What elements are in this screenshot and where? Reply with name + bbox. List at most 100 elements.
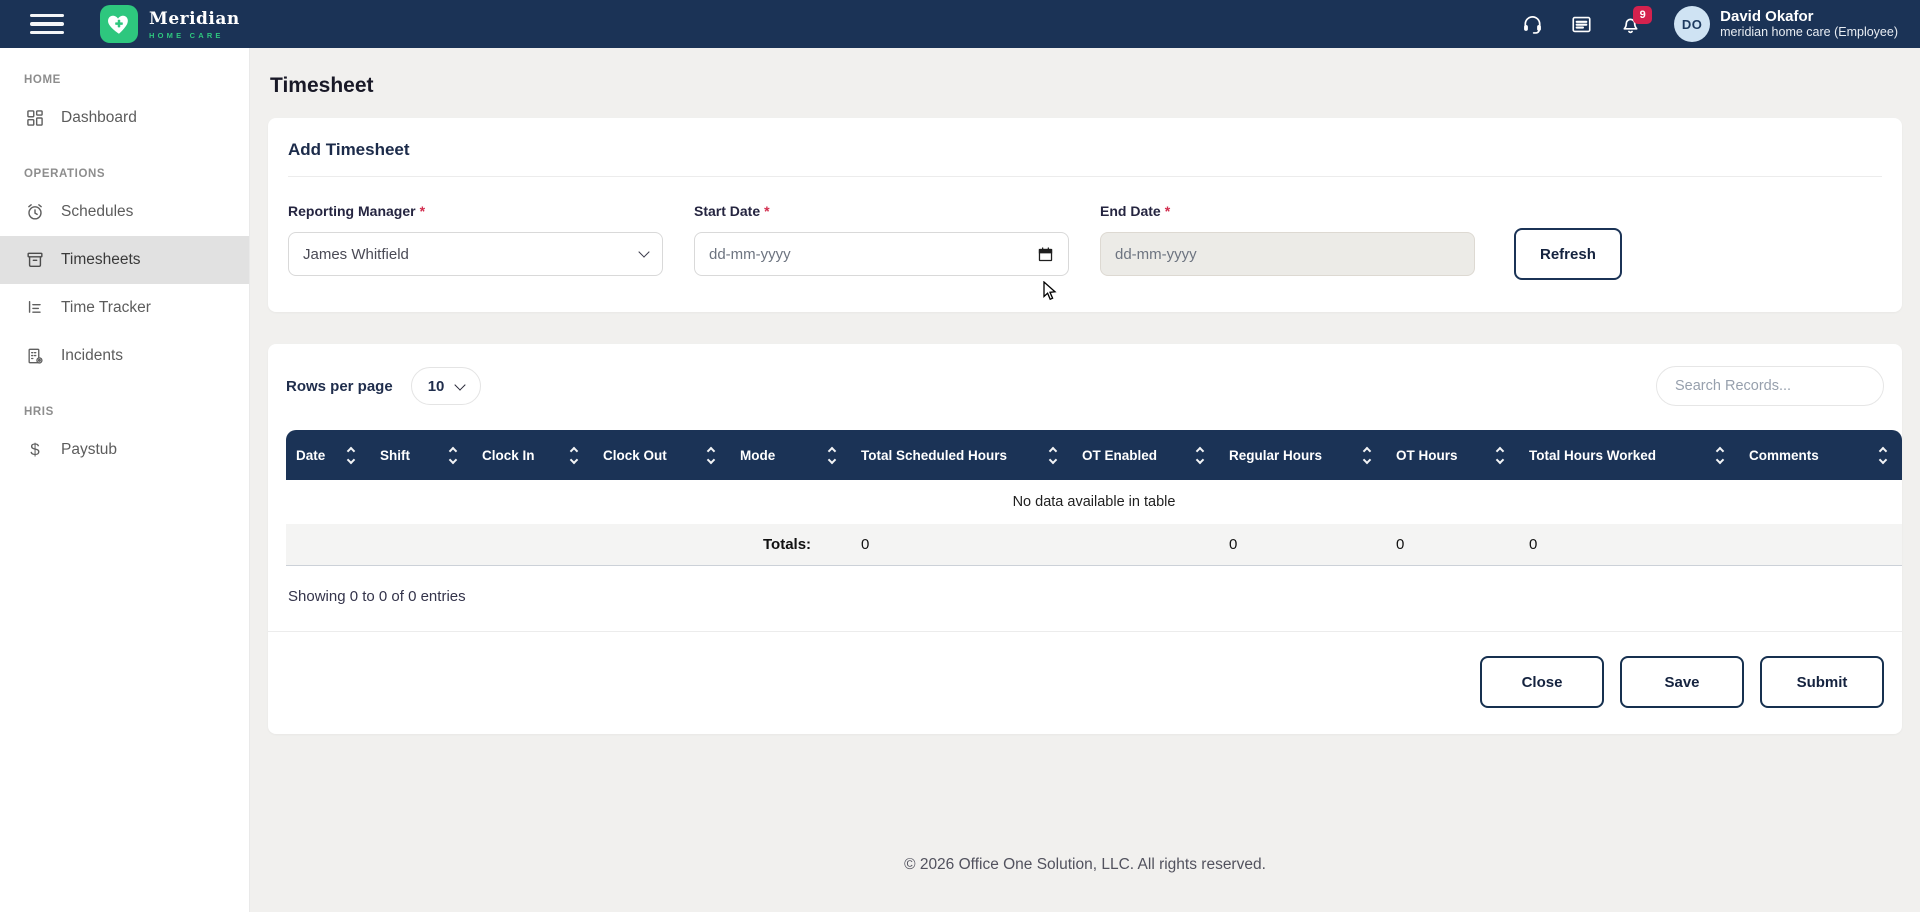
page-title: Timesheet (268, 48, 1902, 118)
start-date-control (694, 232, 1069, 276)
top-navbar: Meridian HOME CARE 9 (0, 0, 1920, 48)
label-text: Start Date (694, 203, 760, 219)
totals-row: Totals: 0 0 0 0 (286, 524, 1902, 566)
dollar-icon: $ (24, 440, 46, 460)
totals-ot-hours: 0 (1386, 524, 1519, 566)
sort-icon (348, 448, 358, 463)
chevron-down-icon (638, 246, 649, 257)
column-header-total-hours-worked[interactable]: Total Hours Worked (1519, 430, 1739, 480)
column-label: Total Scheduled Hours (861, 448, 1007, 463)
column-header-clock-in[interactable]: Clock In (472, 430, 593, 480)
start-date-input[interactable] (709, 246, 1037, 263)
rows-per-page-label: Rows per page (286, 378, 393, 395)
sidebar-item-label: Incidents (61, 347, 123, 365)
reporting-manager-label: Reporting Manager* (288, 203, 663, 219)
notifications-button[interactable]: 9 (1619, 13, 1642, 36)
brand-text: Meridian HOME CARE (149, 9, 240, 40)
column-label: Mode (740, 448, 775, 463)
start-date-label: Start Date* (694, 203, 1069, 219)
sidebar-item-paystub[interactable]: $ Paystub (0, 426, 249, 474)
chevron-down-icon (455, 379, 466, 390)
table-header-row: Date Shift Clock In Clock Out Mode Total… (286, 430, 1902, 480)
refresh-button[interactable]: Refresh (1514, 228, 1622, 280)
sidebar-item-timesheets[interactable]: Timesheets (0, 236, 249, 284)
sidebar-item-schedules[interactable]: Schedules (0, 188, 249, 236)
user-name: David Okafor (1720, 8, 1898, 25)
end-date-input[interactable] (1115, 246, 1460, 263)
brand-tagline: HOME CARE (149, 31, 240, 40)
end-date-control (1100, 232, 1475, 276)
menu-toggle-button[interactable] (30, 14, 64, 35)
reporting-manager-field: Reporting Manager* James Whitfield (288, 203, 663, 276)
sort-icon (1717, 448, 1727, 463)
empty-table-row: No data available in table (286, 480, 1902, 524)
empty-message: No data available in table (286, 480, 1902, 524)
totals-cell-clock-out (593, 524, 730, 566)
dashboard-grid-icon (24, 108, 46, 128)
totals-cell-ot-enabled (1072, 524, 1219, 566)
column-header-comments[interactable]: Comments (1739, 430, 1902, 480)
column-header-date[interactable]: Date (286, 430, 370, 480)
main-content: Timesheet Add Timesheet Reporting Manage… (250, 0, 1920, 874)
totals-cell-date (286, 524, 370, 566)
close-button[interactable]: Close (1480, 656, 1604, 708)
sidebar: HOME Dashboard OPERATIONS Schedules (0, 48, 250, 912)
column-header-mode[interactable]: Mode (730, 430, 851, 480)
required-marker: * (1165, 203, 1170, 219)
sidebar-item-incidents[interactable]: Incidents (0, 332, 249, 380)
column-header-regular-hours[interactable]: Regular Hours (1219, 430, 1386, 480)
news-button[interactable] (1570, 13, 1593, 36)
sidebar-item-dashboard[interactable]: Dashboard (0, 94, 249, 142)
totals-total-hours-worked: 0 (1519, 524, 1739, 566)
sort-icon (708, 448, 718, 463)
sort-icon (1497, 448, 1507, 463)
copyright-footer: © 2026 Office One Solution, LLC. All rig… (268, 856, 1902, 874)
sidebar-section-operations: OPERATIONS (0, 142, 249, 188)
brand-name: Meridian (149, 9, 240, 29)
column-label: OT Enabled (1082, 448, 1157, 463)
sidebar-item-time-tracker[interactable]: Time Tracker (0, 284, 249, 332)
column-header-total-scheduled-hours[interactable]: Total Scheduled Hours (851, 430, 1072, 480)
user-menu[interactable]: DO David Okafor meridian home care (Empl… (1674, 6, 1898, 42)
save-button[interactable]: Save (1620, 656, 1744, 708)
sidebar-item-label: Paystub (61, 441, 117, 459)
user-role: meridian home care (Employee) (1720, 25, 1898, 40)
archive-box-icon (24, 250, 46, 270)
sidebar-item-label: Timesheets (61, 251, 141, 269)
alarm-clock-icon (24, 202, 46, 222)
building-icon (24, 346, 46, 366)
required-marker: * (420, 203, 425, 219)
form-row: Reporting Manager* James Whitfield Start… (288, 203, 1882, 276)
sort-icon (571, 448, 581, 463)
reporting-manager-select[interactable]: James Whitfield (288, 232, 663, 276)
brand[interactable]: Meridian HOME CARE (100, 5, 240, 43)
sidebar-item-label: Dashboard (61, 109, 137, 127)
sort-icon (1197, 448, 1207, 463)
totals-cell-clock-in (472, 524, 593, 566)
submit-button[interactable]: Submit (1760, 656, 1884, 708)
rows-per-page: Rows per page 10 (286, 367, 481, 405)
sidebar-item-label: Time Tracker (61, 299, 151, 317)
sort-icon (1050, 448, 1060, 463)
totals-total-scheduled-hours: 0 (851, 524, 1072, 566)
column-label: OT Hours (1396, 448, 1458, 463)
notification-badge: 9 (1633, 6, 1652, 24)
sort-icon (1364, 448, 1374, 463)
column-header-shift[interactable]: Shift (370, 430, 472, 480)
totals-label: Totals: (730, 524, 851, 566)
column-header-ot-hours[interactable]: OT Hours (1386, 430, 1519, 480)
search-records-input[interactable] (1656, 366, 1884, 406)
sidebar-section-hris: HRIS (0, 380, 249, 426)
column-header-ot-enabled[interactable]: OT Enabled (1072, 430, 1219, 480)
totals-regular-hours: 0 (1219, 524, 1386, 566)
timesheet-table-card: Rows per page 10 Date Shift Clock In Cl (268, 344, 1902, 734)
column-label: Shift (380, 448, 410, 463)
column-header-clock-out[interactable]: Clock Out (593, 430, 730, 480)
support-headset-button[interactable] (1521, 13, 1544, 36)
label-text: Reporting Manager (288, 203, 416, 219)
calendar-icon[interactable] (1037, 246, 1054, 263)
meridian-heart-logo-icon (100, 5, 138, 43)
sort-icon (1880, 448, 1890, 463)
card-title: Add Timesheet (288, 140, 1882, 177)
rows-per-page-select[interactable]: 10 (411, 367, 482, 405)
